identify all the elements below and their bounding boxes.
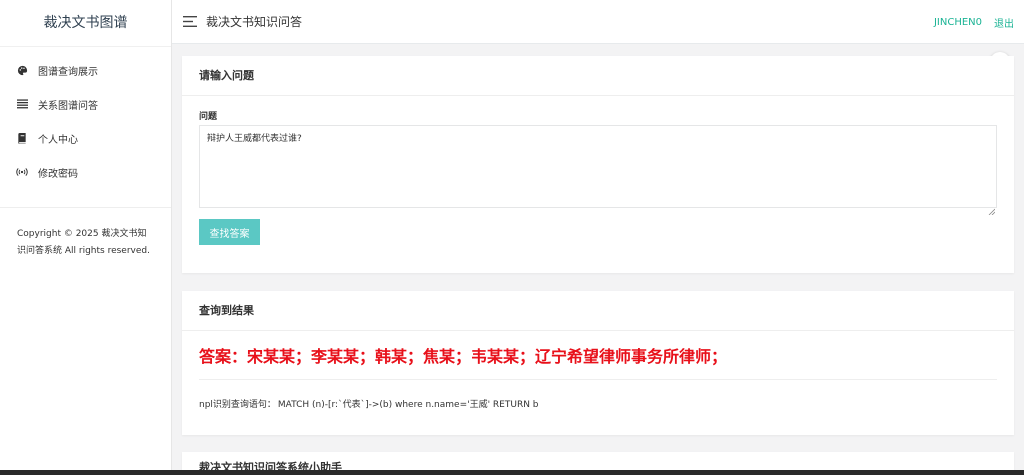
sidebar-item-relation-qa[interactable]: 关系图谱问答 [0, 87, 171, 121]
question-field-label: 问题 [199, 112, 218, 122]
sidebar-nav: 图谱查询展示 关系图谱问答 个人中心 修改密码 [0, 47, 171, 208]
top-bar: 裁决文书知识问答 JINCHEN0 退出 [172, 0, 1024, 44]
user-area: JINCHEN0 退出 [934, 0, 1014, 44]
window-bottom-edge [0, 470, 1024, 475]
broadcast-icon [16, 166, 28, 178]
book-icon [16, 132, 28, 144]
question-input[interactable]: 辩护人王威都代表过谁? [199, 125, 997, 208]
list-icon [16, 98, 28, 110]
sidebar-item-change-password[interactable]: 修改密码 [0, 155, 171, 189]
sidebar-item-graph-query[interactable]: 图谱查询展示 [0, 53, 171, 87]
menu-toggle-icon[interactable] [183, 16, 197, 28]
question-card: 请输入问题 问题 辩护人王威都代表过谁? 查找答案 [182, 56, 1014, 273]
divider [199, 379, 997, 380]
cypher-statement: npl识别查询语句： MATCH (n)-[r:`代表`]->(b) where … [199, 397, 539, 410]
result-card: 查询到结果 答案：宋某某；李某某；韩某；焦某；韦某某；辽宁希望律师事务所律师； … [182, 291, 1014, 435]
find-answer-button[interactable]: 查找答案 [199, 219, 260, 245]
brand-title[interactable]: 裁决文书图谱 [0, 0, 171, 47]
sidebar: 裁决文书图谱 图谱查询展示 关系图谱问答 个人中心 修改密码 Copyright… [0, 0, 172, 475]
logout-link[interactable]: 退出 [994, 15, 1014, 30]
cypher-query: MATCH (n)-[r:`代表`]->(b) where n.name='王威… [277, 400, 539, 410]
page-title: 裁决文书知识问答 [206, 15, 303, 29]
sidebar-item-label: 修改密码 [38, 168, 78, 180]
sidebar-item-label: 关系图谱问答 [38, 100, 98, 112]
palette-icon [16, 64, 28, 76]
answer-text: 答案：宋某某；李某某；韩某；焦某；韦某某；辽宁希望律师事务所律师； [199, 347, 728, 366]
question-card-title: 请输入问题 [182, 56, 1014, 96]
copyright-text: Copyright © 2025 裁决文书知识问答系统 All rights r… [17, 229, 150, 256]
resize-handle-icon[interactable] [988, 200, 996, 216]
sidebar-item-profile[interactable]: 个人中心 [0, 121, 171, 155]
username-link[interactable]: JINCHEN0 [934, 17, 982, 28]
sidebar-item-label: 个人中心 [38, 134, 78, 146]
result-card-title: 查询到结果 [182, 291, 1014, 331]
cypher-label: npl识别查询语句： [199, 400, 276, 410]
sidebar-item-label: 图谱查询展示 [38, 66, 98, 78]
